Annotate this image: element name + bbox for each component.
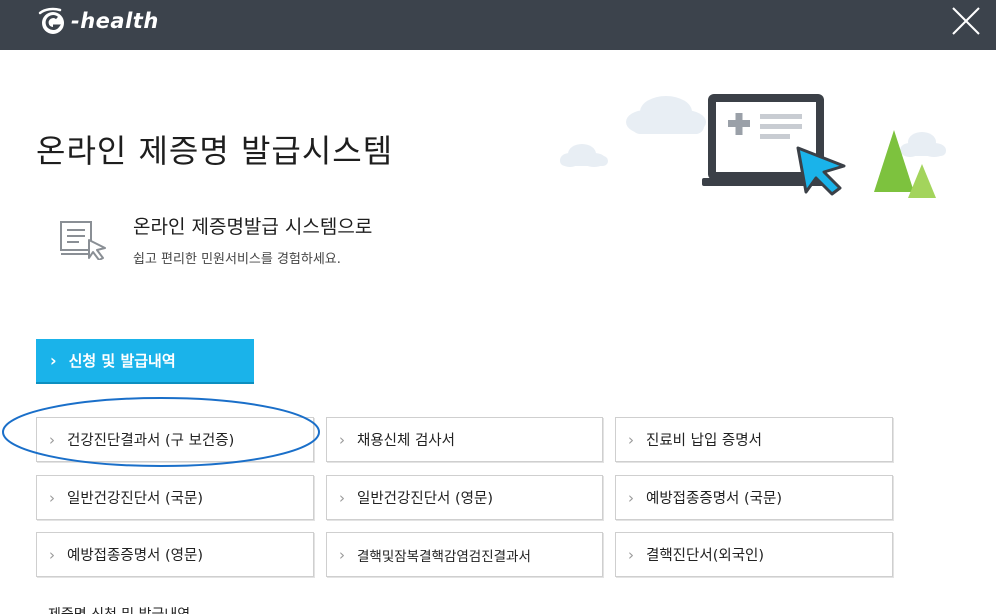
intro-subline: 쉽고 편리한 민원서비스를 경험하세요. (133, 252, 341, 267)
top-bar: -health (0, 0, 996, 50)
chevron-right-icon: › (50, 351, 57, 370)
cert-tb-latent-screening[interactable]: › 결핵및잠복결핵감염검진결과서 (326, 532, 603, 577)
cloud-icon (626, 96, 706, 134)
cert-vaccination-ko[interactable]: › 예방접종증명서 (국문) (615, 475, 893, 520)
cert-label: 일반건강진단서 (영문) (357, 491, 493, 507)
cert-vaccination-en[interactable]: › 예방접종증명서 (영문) (36, 532, 314, 577)
chevron-right-icon: › (339, 488, 345, 507)
document-cursor-icon (60, 221, 106, 260)
cert-label: 일반건강진단서 (국문) (67, 491, 203, 507)
chevron-right-icon: › (49, 430, 55, 449)
cert-health-check-result[interactable]: › 건강진단결과서 (구 보건증) (36, 417, 314, 462)
history-button-label: 신청 및 발급내역 (68, 352, 176, 370)
logo-text: -health (71, 9, 159, 33)
chevron-right-icon: › (339, 430, 345, 449)
cert-general-health-en[interactable]: › 일반건강진단서 (영문) (326, 475, 603, 520)
g-logo-icon (38, 7, 64, 34)
intro-headline: 온라인 제증명발급 시스템으로 (133, 216, 373, 238)
cert-label: 진료비 납입 증명서 (646, 433, 762, 449)
cert-tb-foreigner[interactable]: › 결핵진단서(외국인) (615, 532, 893, 577)
chevron-right-icon: › (628, 430, 634, 449)
chevron-right-icon: › (628, 545, 634, 564)
g-health-logo: -health (36, 5, 159, 37)
close-icon[interactable] (950, 5, 982, 37)
cert-label: 채용신체 검사서 (357, 433, 455, 449)
cert-medical-payment[interactable]: › 진료비 납입 증명서 (615, 417, 893, 462)
cert-label: 결핵및잠복결핵감염검진결과서 (357, 548, 531, 565)
chevron-right-icon: › (49, 545, 55, 564)
chevron-right-icon: › (49, 488, 55, 507)
chevron-right-icon: › (628, 488, 634, 507)
page-title: 온라인 제증명 발급시스템 (36, 132, 394, 170)
cert-label: 건강진단결과서 (구 보건증) (67, 433, 235, 449)
cert-label: 결핵진단서(외국인) (646, 548, 765, 564)
history-button[interactable]: › 신청 및 발급내역 (36, 339, 254, 384)
chevron-right-icon: › (339, 545, 345, 564)
computer-illustration (560, 94, 946, 198)
cert-label: 예방접종증명서 (국문) (646, 491, 782, 507)
cert-employment-physical[interactable]: › 채용신체 검사서 (326, 417, 603, 462)
cert-general-health-ko[interactable]: › 일반건강진단서 (국문) (36, 475, 314, 520)
cert-label: 예방접종증명서 (영문) (67, 548, 203, 564)
bottom-partial-text: 제증명 신청 및 발급내역 (48, 604, 190, 614)
